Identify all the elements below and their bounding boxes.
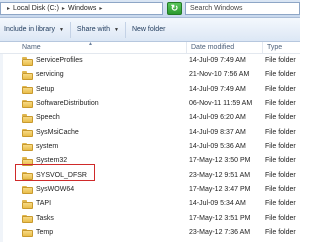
folder-icon	[22, 142, 33, 152]
file-name: system	[36, 142, 59, 150]
file-date: 23-May-12 9:51 AM	[189, 171, 251, 179]
file-name: SoftwareDistribution	[36, 99, 99, 107]
toolbar-divider	[124, 21, 126, 38]
folder-icon	[22, 114, 33, 123]
file-name: SysMsiCache	[36, 128, 79, 136]
column-header-name[interactable]: Name	[0, 42, 186, 54]
file-type: File folder	[265, 157, 296, 165]
file-date: 14-Jul-09 8:37 AM	[189, 128, 246, 136]
file-name: ServiceProfiles	[36, 57, 83, 64]
toolbar-divider	[69, 21, 71, 38]
file-name: Speech	[36, 114, 60, 122]
file-type: File folder	[265, 85, 296, 93]
list-item[interactable]: Tasks 17-May-12 3:51 PM File folder	[0, 212, 300, 226]
chevron-down-icon: ▼	[114, 26, 119, 33]
file-list: ServiceProfiles 14-Jul-09 7:49 AM File f…	[0, 54, 300, 240]
list-item[interactable]: SysWOW64 17-May-12 3:47 PM File folder	[0, 183, 300, 197]
file-type: File folder	[265, 200, 296, 208]
file-name: Setup	[36, 85, 55, 93]
file-date: 14-Jul-09 5:36 AM	[189, 142, 246, 150]
column-header-date-modified[interactable]: Date modified	[186, 42, 262, 54]
search-input[interactable]: Search Windows	[185, 2, 300, 15]
breadcrumb-item-windows[interactable]: Windows	[68, 5, 96, 12]
column-header: ▲ Name Date modified Type	[0, 41, 300, 54]
list-item[interactable]: TAPI 14-Jul-09 5:34 AM File folder	[0, 197, 300, 211]
file-type: File folder	[265, 57, 296, 64]
share-with-button[interactable]: Share with ▼	[73, 21, 123, 39]
file-type: File folder	[265, 185, 296, 193]
refresh-icon[interactable]: ↻	[167, 2, 182, 15]
breadcrumb-separator-icon[interactable]: ▸	[62, 5, 65, 12]
file-type: File folder	[265, 214, 296, 222]
include-in-library-button[interactable]: Include in library ▼	[0, 21, 68, 39]
column-header-type[interactable]: Type	[262, 42, 300, 54]
folder-icon	[22, 185, 33, 195]
file-date: 06-Nov-11 11:59 AM	[189, 99, 253, 107]
file-type: File folder	[265, 99, 296, 107]
breadcrumb[interactable]: ▸ Local Disk (C:) ▸ Windows ▸	[0, 2, 163, 15]
breadcrumb-separator-icon[interactable]: ▸	[99, 5, 102, 12]
list-item[interactable]: Temp 23-May-12 7:36 AM File folder	[0, 226, 300, 240]
file-name: TAPI	[36, 200, 52, 208]
list-item[interactable]: system 14-Jul-09 5:36 AM File folder	[0, 140, 300, 154]
folder-icon	[22, 214, 33, 224]
file-type: File folder	[265, 171, 296, 179]
folder-icon	[22, 85, 33, 95]
file-type: File folder	[265, 71, 296, 79]
new-folder-label: New folder	[131, 26, 166, 33]
highlight-annotation	[15, 164, 95, 181]
file-type: File folder	[265, 142, 296, 150]
file-name: Temp	[36, 228, 54, 236]
share-with-label: Share with	[76, 26, 110, 33]
file-type: File folder	[265, 128, 296, 136]
file-name: SysWOW64	[36, 185, 75, 193]
file-date: 14-Jul-09 6:20 AM	[189, 114, 246, 122]
file-date: 17-May-12 3:51 PM	[189, 214, 251, 222]
list-item[interactable]: ServiceProfiles 14-Jul-09 7:49 AM File f…	[0, 54, 300, 68]
breadcrumb-separator-icon: ▸	[7, 6, 11, 12]
file-type: File folder	[265, 114, 296, 122]
toolbar: Include in library ▼ Share with ▼ New fo…	[0, 18, 300, 42]
file-type: File folder	[265, 228, 296, 236]
file-date: 23-May-12 7:36 AM	[189, 228, 251, 236]
file-date: 17-May-12 3:50 PM	[189, 157, 251, 165]
file-date: 14-Jul-09 7:49 AM	[189, 57, 246, 64]
file-date: 21-Nov-10 7:56 AM	[189, 71, 250, 79]
folder-icon	[22, 128, 33, 138]
new-folder-button[interactable]: New folder	[128, 21, 169, 39]
folder-icon	[22, 200, 33, 209]
list-item[interactable]: SysMsiCache 14-Jul-09 8:37 AM File folde…	[0, 126, 300, 140]
folder-icon	[22, 57, 33, 66]
list-item[interactable]: Setup 14-Jul-09 7:49 AM File folder	[0, 83, 300, 97]
list-item[interactable]: Speech 14-Jul-09 6:20 AM File folder	[0, 111, 300, 125]
chevron-down-icon: ▼	[58, 26, 64, 33]
list-item[interactable]: SoftwareDistribution 06-Nov-11 11:59 AM …	[0, 97, 300, 111]
address-bar: ▸ Local Disk (C:) ▸ Windows ▸ ↻ Search W…	[0, 0, 300, 18]
list-item[interactable]: servicing 21-Nov-10 7:56 AM File folder	[0, 68, 300, 82]
breadcrumb-item-local-disk[interactable]: Local Disk (C:)	[13, 5, 59, 12]
file-date: 17-May-12 3:47 PM	[189, 185, 251, 193]
folder-icon	[22, 71, 33, 80]
file-date: 14-Jul-09 7:49 AM	[189, 85, 246, 93]
include-in-library-label: Include in library	[4, 26, 55, 33]
folder-icon	[22, 228, 33, 238]
file-name: servicing	[36, 71, 64, 79]
file-date: 14-Jul-09 5:34 AM	[189, 200, 246, 208]
file-name: Tasks	[36, 214, 54, 222]
folder-icon	[22, 99, 33, 109]
